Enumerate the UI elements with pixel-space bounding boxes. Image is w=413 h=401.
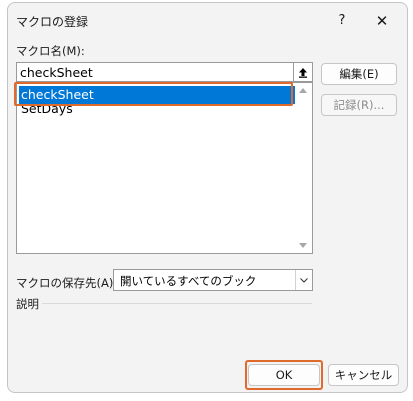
- macro-location-select[interactable]: 開いているすべてのブック: [113, 269, 313, 291]
- dialog-title: マクロの登録: [16, 15, 89, 29]
- cancel-button[interactable]: キャンセル: [328, 364, 399, 386]
- assign-macro-dialog: マクロの登録 ? ✕ マクロ名(M): checkSheet SetDays 編…: [7, 2, 408, 393]
- list-scrollbar[interactable]: [295, 83, 312, 253]
- ok-highlight: [245, 360, 323, 390]
- chevron-down-icon[interactable]: [295, 270, 312, 290]
- macro-location-label: マクロの保存先(A):: [16, 276, 118, 290]
- macro-name-input[interactable]: [16, 62, 297, 82]
- description-separator: [42, 303, 312, 304]
- title-bar: マクロの登録 ? ✕: [8, 3, 407, 39]
- scroll-up-icon[interactable]: [299, 88, 307, 93]
- selection-highlight: [14, 82, 293, 106]
- help-button[interactable]: ?: [328, 7, 356, 35]
- close-icon: ✕: [375, 12, 389, 30]
- record-button[interactable]: 記録(R)...: [321, 94, 397, 116]
- description-label: 説明: [16, 297, 39, 311]
- macro-location-value: 開いているすべてのブック: [120, 274, 257, 288]
- arrow-up-icon: [299, 67, 307, 78]
- scroll-down-icon[interactable]: [299, 243, 307, 248]
- macro-name-label: マクロ名(M):: [16, 44, 85, 58]
- close-button[interactable]: ✕: [368, 7, 396, 35]
- macro-list[interactable]: checkSheet SetDays: [16, 82, 313, 254]
- up-button[interactable]: [293, 62, 313, 82]
- edit-button[interactable]: 編集(E): [321, 63, 397, 85]
